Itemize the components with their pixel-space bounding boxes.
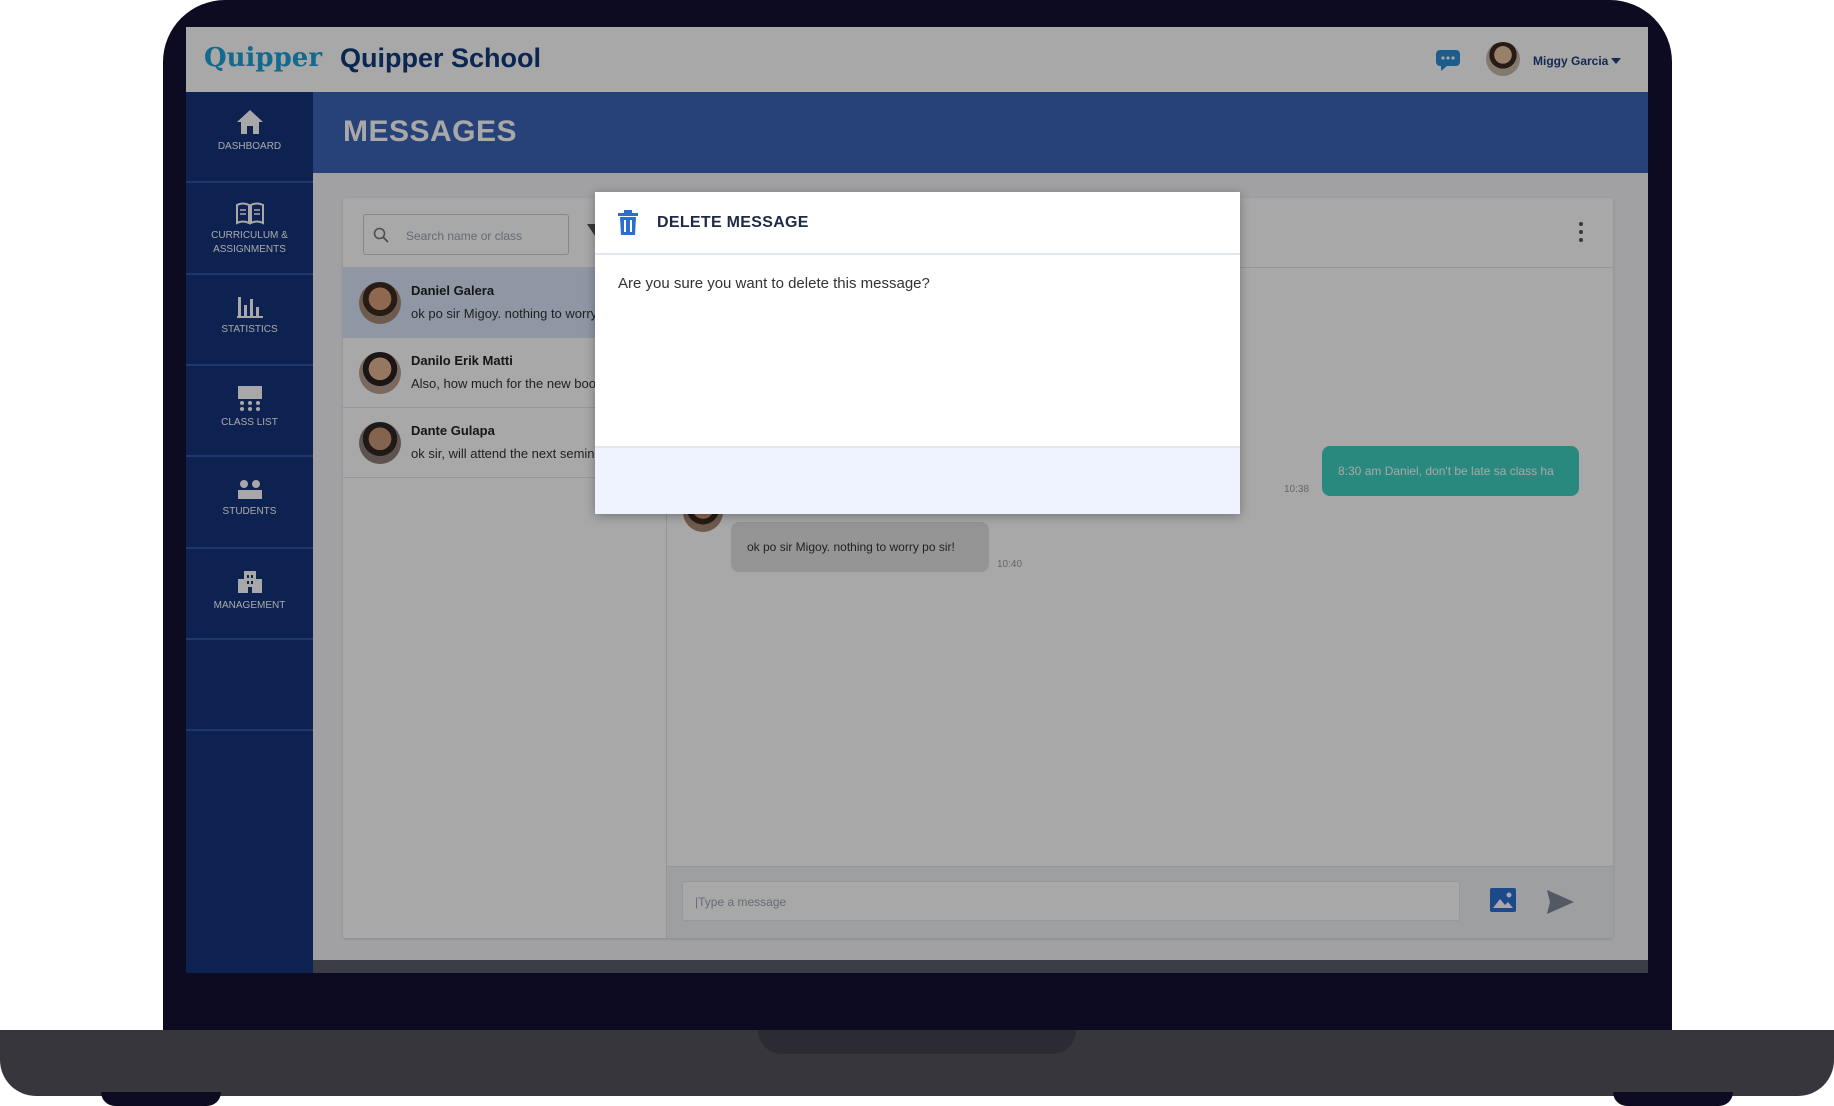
dialog-body: Are you sure you want to delete this mes… bbox=[595, 255, 1240, 446]
trash-icon bbox=[618, 210, 638, 235]
dialog-footer bbox=[595, 446, 1240, 514]
laptop-foot-right bbox=[1613, 1092, 1733, 1106]
dialog-header: DELETE MESSAGE bbox=[595, 192, 1240, 255]
delete-message-dialog: DELETE MESSAGE Are you sure you want to … bbox=[595, 192, 1240, 514]
dialog-message: Are you sure you want to delete this mes… bbox=[618, 275, 930, 292]
dialog-title: DELETE MESSAGE bbox=[657, 214, 809, 231]
laptop-notch bbox=[758, 1030, 1076, 1054]
screen: Quipper Quipper School Miggy Garcia DASH… bbox=[186, 27, 1648, 973]
laptop-foot-left bbox=[101, 1092, 221, 1106]
